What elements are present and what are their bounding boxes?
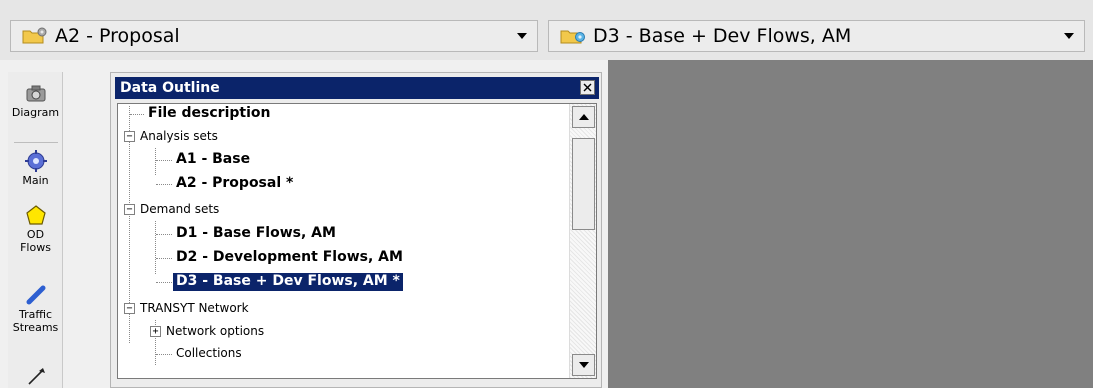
top-selector-bar: A2 - Proposal D3 - Base + Dev Flows, AM bbox=[0, 0, 1093, 60]
toolbar-label-flows: Flows bbox=[20, 241, 51, 254]
diagram-workspace[interactable] bbox=[608, 60, 1093, 388]
toolbar-item-diagram[interactable]: Diagram bbox=[8, 82, 63, 119]
panel-title: Data Outline bbox=[120, 80, 220, 96]
toolbar-separator bbox=[14, 142, 58, 143]
folder-gear-icon bbox=[21, 26, 49, 46]
toolbar-label-main: Main bbox=[22, 174, 49, 187]
collapse-icon[interactable]: − bbox=[124, 303, 135, 314]
chevron-down-icon[interactable] bbox=[507, 33, 537, 39]
panel-title-bar: Data Outline bbox=[115, 77, 599, 99]
tree-item-transyt-network[interactable]: TRANSYT Network bbox=[140, 300, 249, 318]
expand-icon[interactable]: + bbox=[150, 326, 161, 337]
outline-tree[interactable]: File description − Analysis sets A1 - Ba… bbox=[117, 103, 597, 379]
tree-guide-line bbox=[156, 234, 172, 235]
tree-item-d1[interactable]: D1 - Base Flows, AM bbox=[176, 225, 336, 243]
tree-item-d2[interactable]: D2 - Development Flows, AM bbox=[176, 249, 403, 267]
arrow-down-icon bbox=[578, 362, 589, 368]
toolbar-label-diagram: Diagram bbox=[11, 106, 60, 119]
pencil-icon bbox=[24, 284, 48, 306]
demand-set-label: D3 - Base + Dev Flows, AM bbox=[593, 25, 852, 47]
toolbar-label-traffic: Traffic bbox=[18, 308, 53, 321]
tree-item-network-options[interactable]: Network options bbox=[166, 323, 264, 341]
tree-guide-line bbox=[155, 221, 156, 274]
camera-icon bbox=[24, 82, 48, 104]
toolbar-item-links[interactable] bbox=[8, 364, 63, 388]
toolbar-strip: Diagram Main OD Flows Traffic Streams bbox=[8, 72, 63, 388]
left-toolbar: Diagram Main OD Flows Traffic Streams bbox=[0, 60, 108, 388]
demand-set-dropdown[interactable]: D3 - Base + Dev Flows, AM bbox=[548, 20, 1085, 52]
pentagon-icon bbox=[24, 204, 48, 226]
analysis-set-label: A2 - Proposal bbox=[55, 25, 180, 47]
analysis-set-dropdown[interactable]: A2 - Proposal bbox=[10, 20, 538, 52]
toolbar-item-main[interactable]: Main bbox=[8, 150, 63, 187]
tree-item-demand-sets[interactable]: Demand sets bbox=[140, 201, 219, 219]
tree-guide-line bbox=[156, 258, 172, 259]
toolbar-label-od: OD bbox=[26, 228, 45, 241]
gear-icon bbox=[24, 150, 48, 172]
scroll-down-button[interactable] bbox=[572, 354, 595, 376]
collapse-icon[interactable]: − bbox=[124, 131, 135, 142]
tree-guide-line bbox=[156, 184, 172, 185]
tree-guide-line bbox=[130, 114, 144, 115]
chevron-down-icon[interactable] bbox=[1054, 33, 1084, 39]
line-icon bbox=[24, 364, 48, 386]
toolbar-label-streams: Streams bbox=[12, 321, 59, 334]
close-icon[interactable] bbox=[580, 80, 595, 95]
tree-item-a1[interactable]: A1 - Base bbox=[176, 151, 250, 169]
tree-item-collections[interactable]: Collections bbox=[176, 345, 242, 363]
tree-guide-line bbox=[156, 354, 172, 355]
tree-item-a2[interactable]: A2 - Proposal * bbox=[176, 175, 293, 193]
data-outline-panel: Data Outline File description − Analysis… bbox=[110, 72, 602, 388]
collapse-icon[interactable]: − bbox=[124, 204, 135, 215]
tree-guide-line bbox=[156, 160, 172, 161]
tree-guide-line bbox=[156, 282, 172, 283]
toolbar-item-traffic-streams[interactable]: Traffic Streams bbox=[8, 284, 63, 334]
tree-guide-line bbox=[155, 148, 156, 175]
arrow-up-icon bbox=[578, 114, 589, 120]
tree-item-analysis-sets[interactable]: Analysis sets bbox=[140, 128, 218, 146]
folder-gear-icon bbox=[559, 26, 587, 46]
tree-item-d3-selected[interactable]: D3 - Base + Dev Flows, AM * bbox=[173, 273, 403, 291]
tree-item-file-description[interactable]: File description bbox=[148, 105, 270, 123]
scrollbar-thumb[interactable] bbox=[572, 138, 595, 230]
toolbar-item-od-flows[interactable]: OD Flows bbox=[8, 204, 63, 254]
vertical-scrollbar[interactable] bbox=[569, 104, 596, 378]
scroll-up-button[interactable] bbox=[572, 106, 595, 128]
